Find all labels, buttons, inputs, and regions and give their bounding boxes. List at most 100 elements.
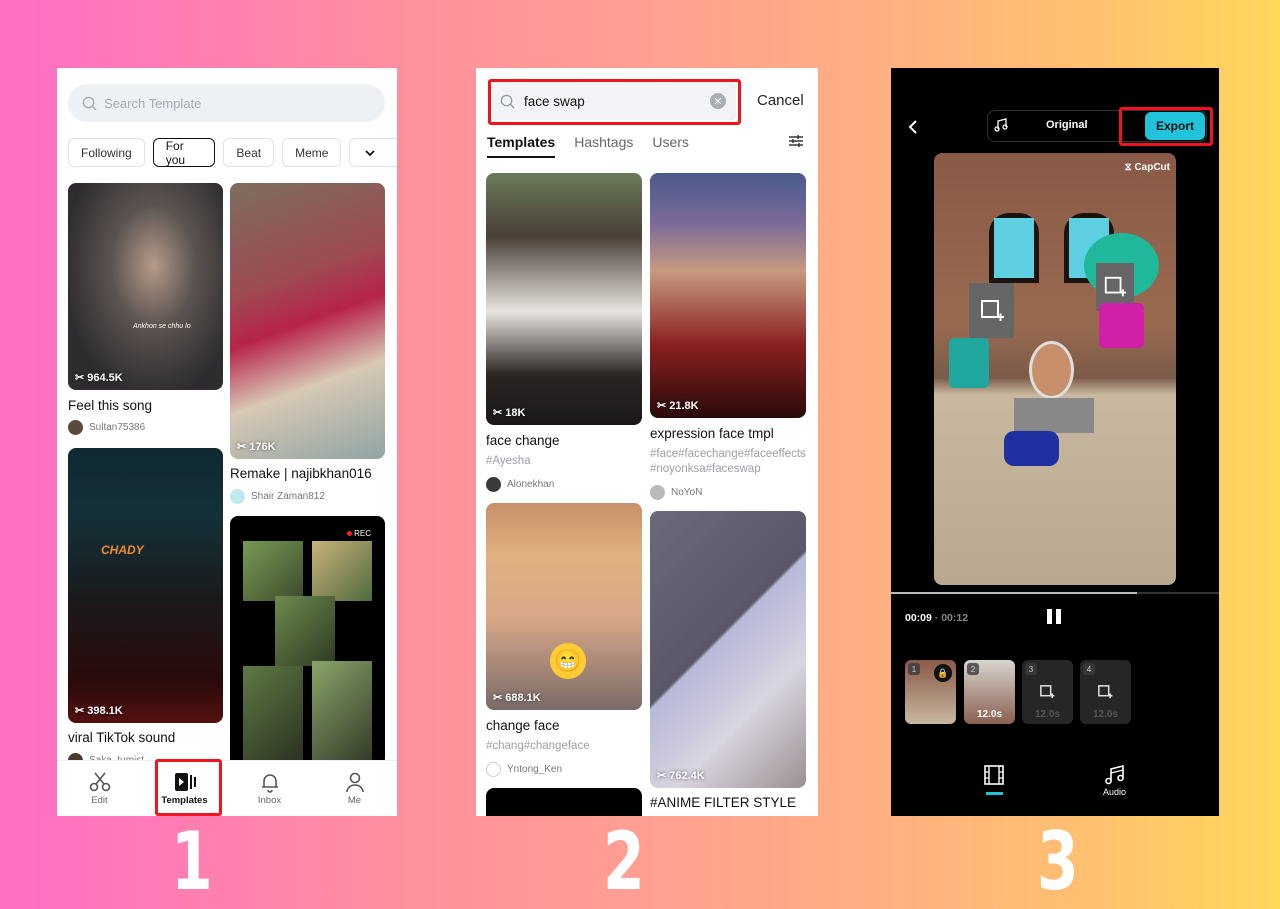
card-title: viral TikTok sound: [68, 730, 176, 745]
avatar: [68, 420, 83, 435]
capcut-logo-icon: ⧖: [1124, 162, 1132, 173]
search-value: face swap: [524, 93, 585, 109]
templates-icon: [174, 773, 196, 791]
total-time: 00:12: [941, 612, 969, 624]
clip-number: 1: [908, 663, 920, 675]
add-photo-placeholder[interactable]: [969, 283, 1014, 338]
add-image-icon: [1098, 685, 1113, 699]
bell-icon: [261, 774, 278, 793]
search-input[interactable]: face swap ✕: [492, 82, 736, 120]
clip-duration: 12.0s: [1092, 709, 1119, 720]
scissors-icon: ✂: [493, 692, 503, 704]
export-button[interactable]: Export: [1145, 112, 1205, 140]
clip-duration: 12.0s: [1034, 709, 1061, 720]
pause-button[interactable]: [1047, 609, 1061, 624]
scissors-icon: [89, 772, 110, 792]
template-card[interactable]: ✂ 176K: [230, 183, 385, 459]
scissors-icon: ✂: [657, 400, 667, 412]
capcut-watermark: ⧖ CapCut: [1124, 162, 1170, 173]
tab-media[interactable]: [983, 765, 1005, 795]
tab-hashtags[interactable]: Hashtags: [574, 134, 633, 158]
clip-slot[interactable]: 4 12.0s: [1080, 660, 1131, 724]
tab-templates[interactable]: Templates: [487, 134, 556, 158]
card-title: face change: [486, 433, 560, 448]
clip-slot[interactable]: 3 12.0s: [1022, 660, 1073, 724]
clip-number: 2: [967, 663, 979, 675]
overlay-text: Ankhon se chhu lo: [133, 323, 191, 330]
usage-count: ✂ 21.8K: [657, 399, 699, 413]
search-results-screen: face swap ✕ Cancel Templates Hashtags Us…: [476, 68, 818, 816]
template-card[interactable]: ✂ 762.4K: [650, 511, 806, 788]
search-icon: [82, 96, 97, 111]
card-title: #ANIME FILTER STYLE: [650, 795, 797, 810]
chevron-down-icon[interactable]: [363, 146, 377, 160]
nav-label: Me: [347, 795, 362, 806]
nav-label: Edit: [91, 795, 108, 806]
clip-number: 4: [1083, 663, 1095, 675]
current-time: 00:09: [905, 612, 932, 624]
card-tags: #face#facechange#faceeffects#noyonksa#fa…: [650, 448, 806, 475]
card-author[interactable]: Sultan75386: [68, 420, 145, 435]
card-author[interactable]: Yntong_Ken: [486, 762, 562, 777]
nav-label: Templates: [161, 795, 208, 806]
playback-progress[interactable]: [891, 592, 1219, 594]
rec-indicator: REC: [347, 529, 371, 538]
tab-label: Audio: [1103, 787, 1127, 797]
template-card[interactable]: ✂ 21.8K: [650, 173, 806, 418]
card-author[interactable]: Shair Zaman812: [230, 489, 325, 504]
template-card[interactable]: 😁 ✂ 688.1K: [486, 503, 642, 710]
search-placeholder: Search Template: [104, 95, 202, 111]
clip-number: 3: [1025, 663, 1037, 675]
music-label: Original: [1046, 119, 1088, 131]
time-display: 00:09 · 00:12: [905, 612, 969, 624]
person-icon: [345, 772, 364, 793]
nav-inbox[interactable]: Inbox: [227, 761, 312, 816]
clip-slot[interactable]: 2 12.0s: [964, 660, 1015, 724]
music-icon: [1104, 764, 1124, 785]
template-editor-screen: Original Export ⧖ CapCut 00:09 · 00:12 1…: [891, 68, 1219, 816]
card-title: Feel this song: [68, 398, 153, 413]
nav-me[interactable]: Me: [312, 761, 397, 816]
search-template-input[interactable]: Search Template: [68, 84, 385, 122]
nav-templates[interactable]: Templates: [142, 761, 227, 816]
nav-edit[interactable]: Edit: [57, 761, 142, 816]
back-icon[interactable]: [907, 119, 919, 135]
add-image-icon: [1040, 685, 1055, 699]
template-card[interactable]: [486, 788, 642, 816]
avatar: [230, 489, 245, 504]
add-image-icon: [980, 299, 1004, 321]
face-photo: [1029, 341, 1074, 399]
clear-icon[interactable]: ✕: [710, 93, 726, 109]
templates-screen: Search Template Following For you Beat M…: [57, 68, 397, 816]
card-title: expression face tmpl: [650, 426, 774, 441]
scissors-icon: ✂: [75, 705, 85, 717]
scissors-icon: ✂: [657, 770, 667, 782]
grin-emoji-icon: 😁: [550, 643, 586, 679]
template-card[interactable]: Ankhon se chhu lo ✂ 964.5K: [68, 183, 223, 390]
chip-meme[interactable]: Meme: [282, 138, 342, 167]
cancel-button[interactable]: Cancel: [757, 92, 804, 109]
scissors-icon: ✂: [75, 372, 85, 384]
step-number: 2: [602, 815, 645, 908]
usage-count: ✂ 964.5K: [75, 371, 123, 385]
chip-for-you[interactable]: For you: [152, 138, 216, 167]
avatar: [486, 762, 501, 777]
usage-count: ✂ 688.1K: [493, 691, 541, 705]
chip-following[interactable]: Following: [68, 138, 145, 167]
chip-beat[interactable]: Beat: [223, 138, 275, 167]
video-preview[interactable]: ⧖ CapCut: [934, 153, 1176, 585]
active-tab-indicator: [985, 792, 1003, 795]
tab-users[interactable]: Users: [652, 134, 689, 158]
clip-slot[interactable]: 1 🔒: [905, 660, 956, 724]
card-author[interactable]: Alonekhan: [486, 477, 554, 492]
template-card[interactable]: ✂ 18K: [486, 173, 642, 425]
usage-count: ✂ 398.1K: [75, 704, 123, 718]
card-author[interactable]: NoYoN: [650, 485, 702, 500]
music-icon: [994, 118, 1008, 132]
template-card[interactable]: REC: [230, 516, 385, 766]
film-icon: [984, 765, 1004, 785]
tab-audio[interactable]: Audio: [1103, 764, 1127, 797]
template-card[interactable]: CHADY ✂ 398.1K: [68, 448, 223, 723]
filter-icon[interactable]: [788, 133, 804, 149]
card-title: change face: [486, 718, 560, 733]
